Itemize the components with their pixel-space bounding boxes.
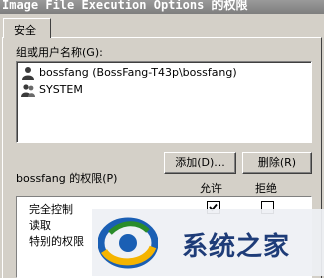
user-icon <box>22 67 34 80</box>
tab-security-label: 安全 <box>14 24 36 37</box>
deny-column-header: 拒绝 <box>255 182 277 195</box>
list-item-system[interactable]: SYSTEM <box>21 82 309 98</box>
logo-swirl-icon <box>98 217 158 269</box>
permission-label: 读取 <box>29 219 51 232</box>
watermark-text: 系统之家 <box>182 232 291 262</box>
watermark-logo: 系统之家 <box>92 209 324 276</box>
group-icon <box>21 84 35 97</box>
groups-label: 组或用户名称(G): <box>16 46 103 59</box>
window-title-bar: Image File Execution Options 的权限 <box>0 0 324 14</box>
remove-button[interactable]: 删除(R) <box>242 152 312 174</box>
allow-column-header: 允许 <box>200 182 222 195</box>
permission-label: 特别的权限 <box>29 235 84 248</box>
tab-security[interactable]: 安全 <box>3 18 51 38</box>
list-item-label: SYSTEM <box>39 83 83 96</box>
user-list[interactable]: bossfang (BossFang-T43p\bossfang) SYSTEM <box>16 61 312 143</box>
window-title: Image File Execution Options 的权限 <box>2 0 248 12</box>
list-item-label: bossfang (BossFang-T43p\bossfang) <box>39 66 237 79</box>
permission-label: 完全控制 <box>29 203 73 216</box>
list-item-bossfang[interactable]: bossfang (BossFang-T43p\bossfang) <box>21 65 309 81</box>
permissions-header: bossfang 的权限(P) <box>16 172 118 185</box>
add-button[interactable]: 添加(D)... <box>164 152 236 174</box>
